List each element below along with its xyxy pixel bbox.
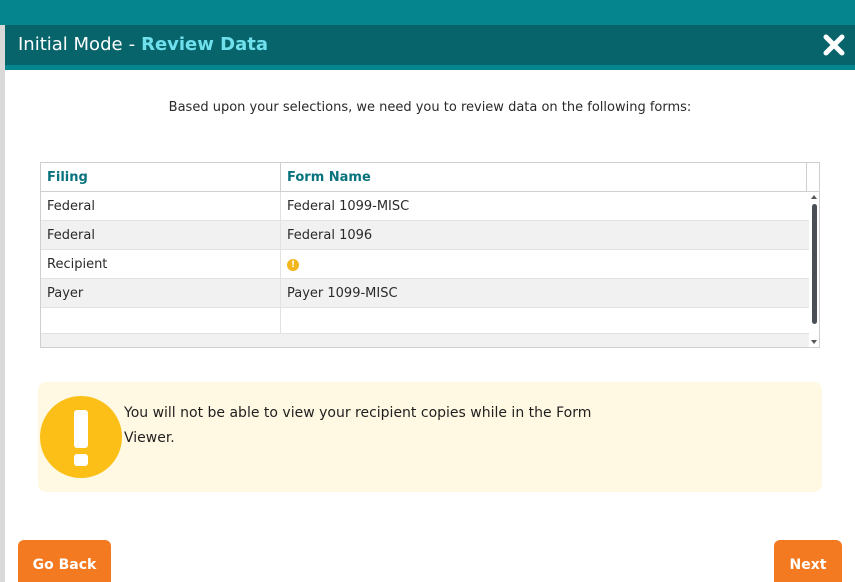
empty-row <box>41 334 809 347</box>
cell-form-name: Federal 1099-MISC <box>287 199 410 214</box>
table-row[interactable]: Federal Federal 1099-MISC <box>41 192 809 221</box>
review-data-dialog: Initial Mode - Review Data Based upon your… <box>0 0 855 582</box>
grid-body: Federal Federal 1099-MISC Federal Federa… <box>41 192 809 347</box>
title-separator: - <box>128 34 136 55</box>
notice-line-2: Viewer. <box>124 430 175 446</box>
column-header-form-name[interactable]: Form Name <box>281 163 807 192</box>
scroll-thumb[interactable] <box>812 204 817 324</box>
dialog-title: Initial Mode - Review Data <box>18 35 268 55</box>
warning-notice: You will not be able to view your recipi… <box>38 382 822 492</box>
scroll-up-icon[interactable] <box>811 195 817 199</box>
table-row[interactable]: Payer Payer 1099-MISC <box>41 279 809 308</box>
cell-filing-empty <box>41 308 281 334</box>
close-icon <box>823 34 845 56</box>
title-mode: Initial Mode <box>18 34 123 55</box>
notice-text: You will not be able to view your recipi… <box>124 401 614 451</box>
empty-row <box>41 308 809 334</box>
exclamation-icon <box>40 396 122 478</box>
cell-form-name: Payer 1099-MISC <box>287 286 398 301</box>
notice-line-1: You will not be able to view your recipi… <box>124 405 592 421</box>
cell-filing: Payer <box>41 279 281 308</box>
forms-grid: Filing Form Name Federal Federal 1099-MI… <box>40 162 820 348</box>
cell-filing: Federal <box>41 221 281 250</box>
intro-text: Based upon your selections, we need you … <box>168 100 692 115</box>
scroll-down-icon[interactable] <box>811 340 817 344</box>
cell-filing: Recipient <box>41 250 281 279</box>
go-back-button[interactable]: Go Back <box>18 540 111 582</box>
next-button[interactable]: Next <box>774 540 842 582</box>
grid-scrollbar[interactable] <box>809 192 819 347</box>
table-row[interactable]: Federal Federal 1096 <box>41 221 809 250</box>
titlebar-underline <box>5 65 855 70</box>
close-button[interactable] <box>823 34 845 56</box>
table-row[interactable]: Recipient ! <box>41 250 809 279</box>
dialog-titlebar: Initial Mode - Review Data <box>5 25 855 65</box>
top-strip <box>0 0 855 25</box>
title-section: Review Data <box>141 34 268 55</box>
column-header-filing[interactable]: Filing <box>41 163 281 192</box>
cell-form-name: Federal 1096 <box>287 228 373 243</box>
cell-filing: Federal <box>41 192 281 221</box>
grid-header: Filing Form Name <box>41 163 819 192</box>
cell-form-name: ! <box>281 250 809 279</box>
warning-icon: ! <box>287 258 299 271</box>
